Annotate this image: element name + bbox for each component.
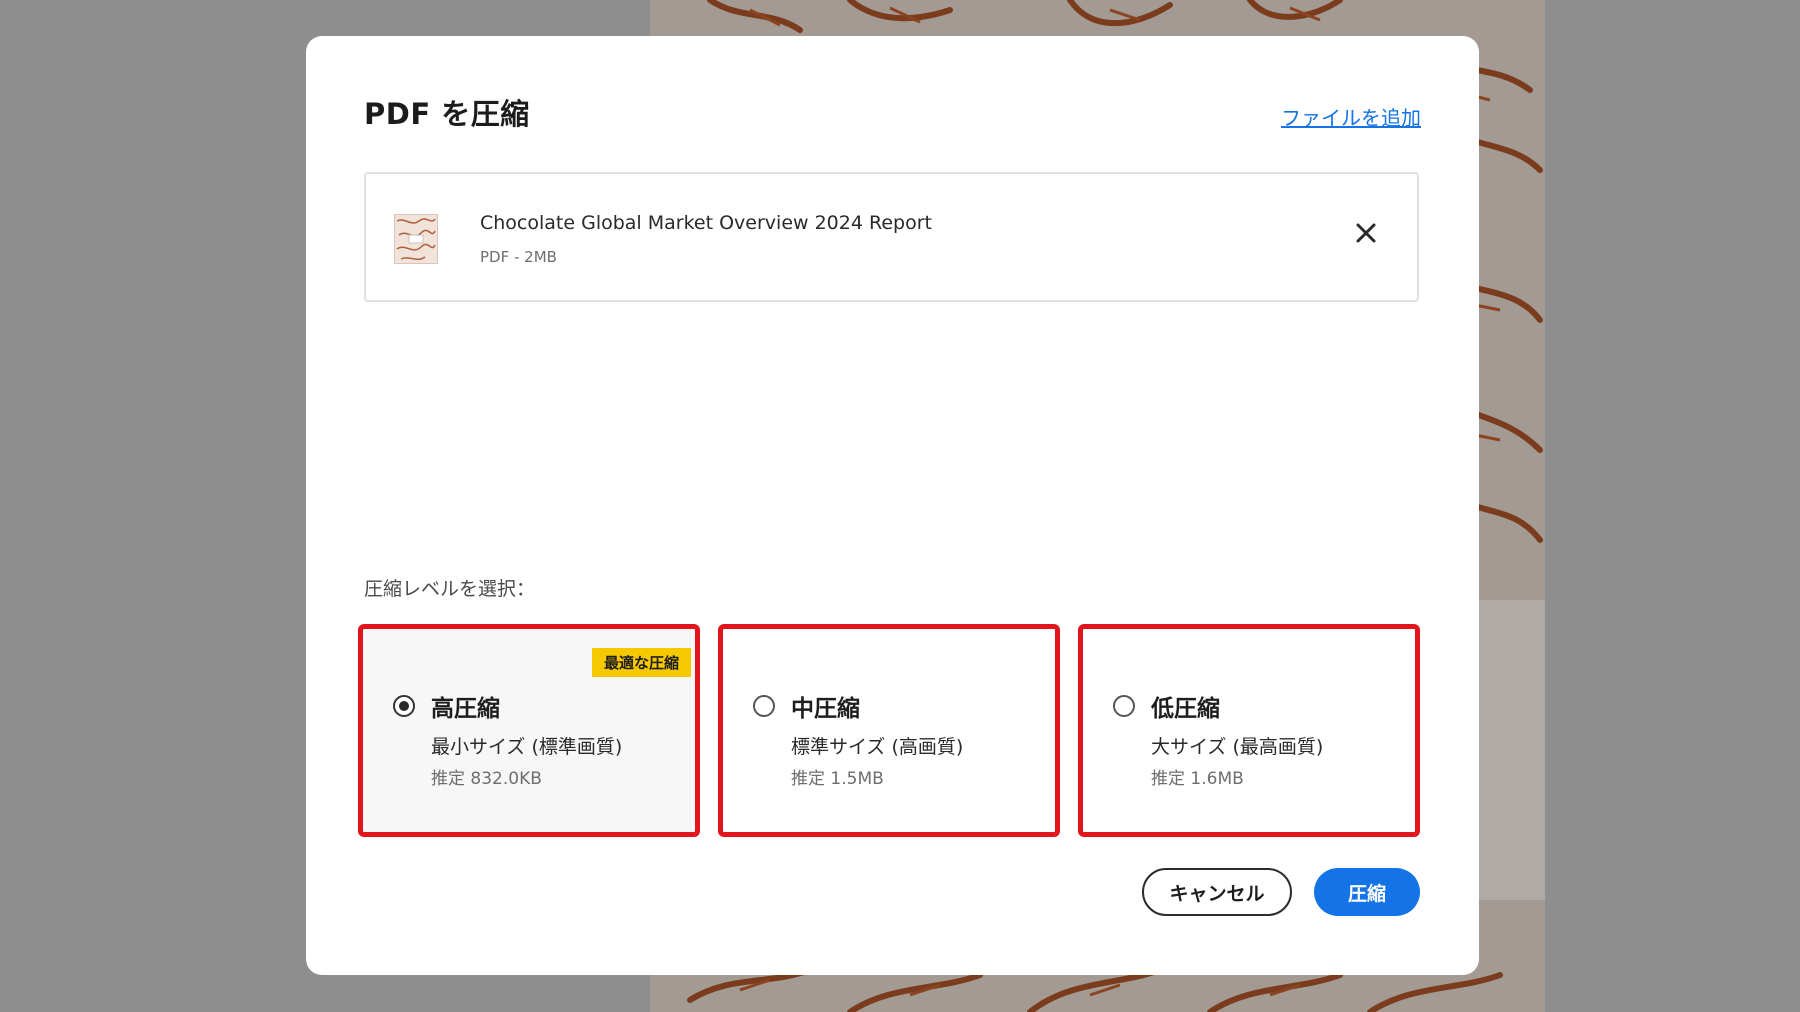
radio-high[interactable] [393,695,415,717]
compress-button[interactable]: 圧縮 [1314,868,1420,916]
option-description: 大サイズ (最高画質) [1151,736,1324,758]
best-compression-badge: 最適な圧縮 [591,648,691,677]
page: PDF を圧縮 ファイルを追加 Chocolate Global Market … [0,0,1800,1012]
option-description: 標準サイズ (高画質) [791,736,964,758]
add-file-link[interactable]: ファイルを追加 [1281,102,1421,131]
option-title: 低圧縮 [1151,696,1220,722]
compression-option-low[interactable]: 低圧縮 大サイズ (最高画質) 推定 1.6MB [1078,624,1420,837]
compression-level-label: 圧縮レベルを選択： [364,578,536,600]
compression-option-medium[interactable]: 中圧縮 標準サイズ (高画質) 推定 1.5MB [718,624,1060,837]
close-icon[interactable] [1351,218,1381,248]
file-name: Chocolate Global Market Overview 2024 Re… [480,212,932,234]
option-title: 中圧縮 [791,696,860,722]
dialog-title: PDF を圧縮 [364,97,530,131]
radio-low[interactable] [1113,695,1135,717]
option-estimate: 推定 1.6MB [1151,769,1244,789]
cancel-button[interactable]: キャンセル [1142,868,1292,916]
option-estimate: 推定 832.0KB [431,769,542,789]
option-description: 最小サイズ (標準画質) [431,736,623,758]
file-meta: PDF - 2MB [480,248,557,266]
radio-medium[interactable] [753,695,775,717]
compress-dialog: PDF を圧縮 ファイルを追加 Chocolate Global Market … [306,36,1479,975]
file-card: Chocolate Global Market Overview 2024 Re… [364,172,1419,302]
option-estimate: 推定 1.5MB [791,769,884,789]
option-title: 高圧縮 [431,696,500,722]
compression-option-high[interactable]: 最適な圧縮 高圧縮 最小サイズ (標準画質) 推定 832.0KB [358,624,700,837]
pdf-thumbnail-icon [394,214,438,264]
